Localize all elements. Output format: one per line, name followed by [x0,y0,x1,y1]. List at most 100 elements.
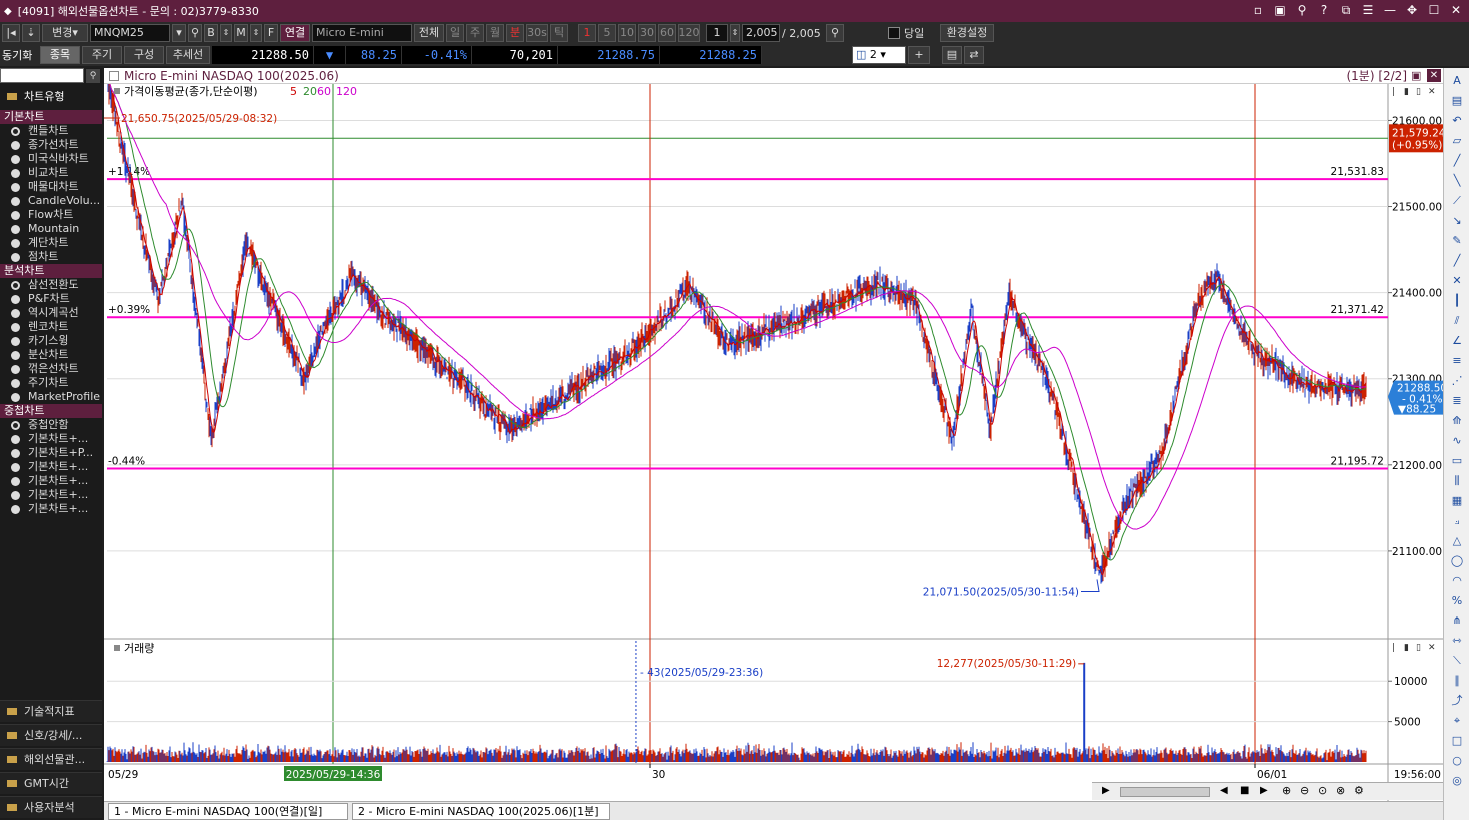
bar-icon[interactable]: ▤ [1449,94,1465,108]
ring-icon[interactable]: ◎ [1449,774,1465,788]
window-icon[interactable]: ▣ [1271,2,1289,19]
b-button[interactable]: B [204,24,218,42]
refresh-icon[interactable]: ⇄ [964,46,984,64]
chart-type-item[interactable]: 기본차트+P... [0,446,102,460]
channel-icon[interactable]: ⫽ [1449,314,1465,328]
period-minute[interactable]: 분 [506,24,524,42]
chart-type-item[interactable]: 계단차트 [0,236,102,250]
split-icon[interactable]: ⫼ [1449,474,1465,488]
chart-type-item[interactable]: 매물대차트 [0,180,102,194]
radio-icon[interactable] [11,141,20,150]
symbol-dropdown-icon[interactable]: ▾ [172,24,186,42]
all-button[interactable]: 전체 [414,24,444,42]
symbol-input[interactable]: MNQM25 [90,24,170,42]
chart-close-icon[interactable]: ✕ [1427,69,1441,82]
panel-bottom-item[interactable]: GMT시간 [0,772,102,794]
radio-icon[interactable] [11,379,20,388]
tab-composition[interactable]: 구성 [124,46,164,64]
interval-spin-icon[interactable]: ⇕ [730,24,740,42]
interval-10[interactable]: 10 [618,24,636,42]
chart-type-item[interactable]: P&F차트 [0,292,102,306]
settings-button[interactable]: 환경설정 [940,24,994,42]
stddev-icon[interactable]: ∥ [1449,674,1465,688]
chart-type-item[interactable]: 기본차트+... [0,460,102,474]
ray-icon[interactable]: ╲ [1449,174,1465,188]
volume-handle-icon[interactable] [114,645,120,651]
radio-icon[interactable] [11,351,20,360]
andrew-icon[interactable]: ⋔ [1449,614,1465,628]
radio-icon[interactable] [11,309,20,318]
split-count-select[interactable]: ◫ 2 ▾ [852,46,906,64]
chart-type-item[interactable]: CandleVolu... [0,194,102,208]
panel-search-input[interactable] [0,68,84,83]
pitch-icon[interactable]: ⤴ [1449,694,1465,708]
link-icon[interactable]: ⚲ [1293,2,1311,19]
grid-icon[interactable]: ▦ [1449,494,1465,508]
interval-60[interactable]: 60 [658,24,676,42]
chart-type-item[interactable]: 중첩안함 [0,418,102,432]
radio-icon[interactable] [11,211,20,220]
minimize-icon[interactable]: — [1381,2,1399,19]
text-icon[interactable]: A [1449,74,1465,88]
tab-period[interactable]: 주기 [82,46,122,64]
period-30s[interactable]: 30s [526,24,548,42]
zoom-out-icon[interactable]: ⊖ [1300,784,1309,797]
segment-icon[interactable]: ⟋ [1449,194,1465,208]
section-3-title[interactable]: 중첩차트 [0,404,102,418]
count-input[interactable]: 2,005 [742,24,780,42]
interval-5[interactable]: 5 [598,24,616,42]
move-icon[interactable]: ✥ [1403,2,1421,19]
indicator-handle-icon[interactable] [114,88,120,94]
radio-icon[interactable] [11,183,20,192]
radio-icon[interactable] [11,435,20,444]
cycle-icon[interactable]: ≣ [1449,394,1465,408]
chart-type-item[interactable]: 주기차트 [0,376,102,390]
panel-search-icon[interactable]: ⚲ [86,69,100,83]
vertical-line-icon[interactable]: ┃ [1449,294,1465,308]
radio-icon[interactable] [11,421,20,430]
scroll-prev-icon[interactable]: ◀ [1220,785,1228,796]
f-button[interactable]: F [264,24,278,42]
chart-settings-icon[interactable]: ⚙ [1354,784,1364,797]
chart-type-item[interactable]: MarketProfile [0,390,102,404]
line-icon[interactable]: ╱ [1449,254,1465,268]
chart-type-item[interactable]: 미국식바차트 [0,152,102,166]
radio-icon[interactable] [11,239,20,248]
radio-icon[interactable] [11,337,20,346]
square-icon[interactable]: □ [1449,734,1465,748]
zoom-reset-icon[interactable]: ⊙ [1318,784,1327,797]
section-2-title[interactable]: 분석차트 [0,264,102,278]
m-button[interactable]: M [234,24,248,42]
radio-icon[interactable] [11,463,20,472]
eraser-icon[interactable]: ▱ [1449,134,1465,148]
interval-1[interactable]: 1 [578,24,596,42]
period-day[interactable]: 일 [446,24,464,42]
wave-icon[interactable]: ∿ [1449,434,1465,448]
radio-icon[interactable] [11,477,20,486]
interval-120[interactable]: 120 [678,24,700,42]
chart-tab-1[interactable]: 1 - Micro E-mini NASDAQ 100(연결)[일] [108,803,348,820]
prev-next-icon[interactable]: |◂ [2,24,20,42]
save-icon[interactable]: ▤ [942,46,962,64]
radio-icon[interactable] [11,225,20,234]
angle-icon[interactable]: ∠ [1449,334,1465,348]
undo-icon[interactable]: ↶ [1449,114,1465,128]
close-icon[interactable]: ✕ [1447,2,1465,19]
chart-type-item[interactable]: 점차트 [0,250,102,264]
radio-icon[interactable] [11,253,20,262]
radio-icon[interactable] [11,365,20,374]
tab-item[interactable]: 종목 [40,46,80,64]
arc-icon[interactable]: ◠ [1449,574,1465,588]
list-icon[interactable]: ☰ [1359,2,1377,19]
measure-icon[interactable]: ⇿ [1449,634,1465,648]
speed-icon[interactable]: ⟰ [1449,414,1465,428]
cross-icon[interactable]: ✕ [1449,274,1465,288]
box-icon[interactable]: ▭ [1449,454,1465,468]
chart-tab-2[interactable]: 2 - Micro E-mini NASDAQ 100(2025.06)[1분] [352,803,610,820]
arrow-line-icon[interactable]: ↘ [1449,214,1465,228]
chart-type-item[interactable]: Mountain [0,222,102,236]
chart-type-item[interactable]: 기본차트+... [0,474,102,488]
download-icon[interactable]: ⇣ [22,24,40,42]
chart-type-item[interactable]: 캔들차트 [0,124,102,138]
panel-bottom-item[interactable]: 기술적지표 [0,700,102,722]
